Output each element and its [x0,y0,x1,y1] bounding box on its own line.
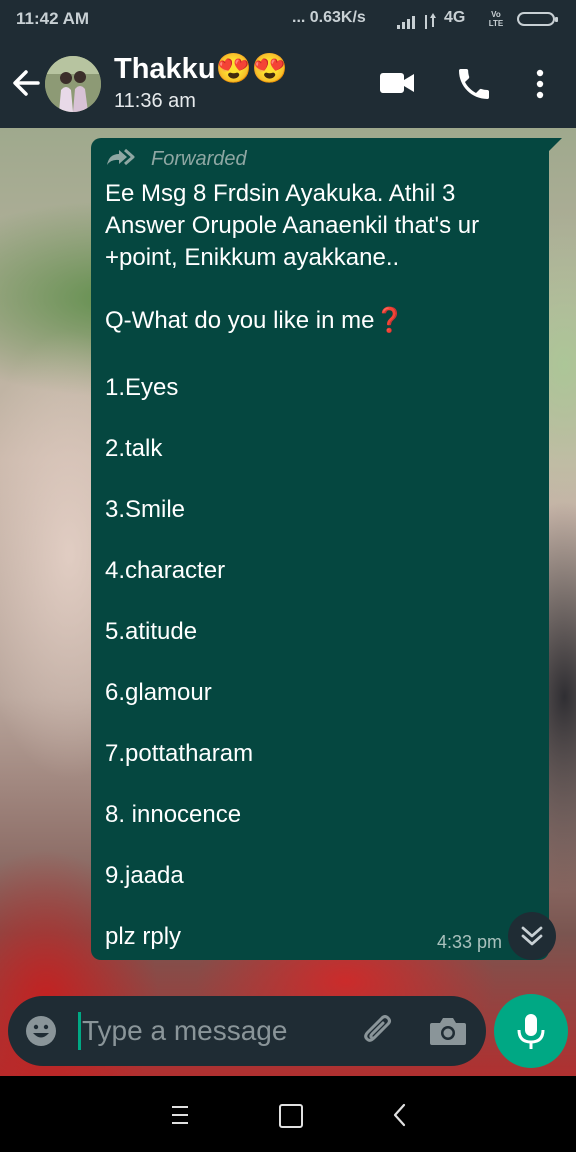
attach-button[interactable] [360,1012,398,1050]
chat-area[interactable]: Forwarded Ee Msg 8 Frdsin Ayakuka. Athil… [0,128,576,1076]
phone-icon [459,69,489,99]
double-chevron-down-icon [521,926,543,946]
contact-avatar[interactable] [45,56,101,112]
message-input[interactable] [78,1010,352,1052]
message-question: Q-What do you like in me❓ [105,306,404,336]
camera-button[interactable] [428,1014,468,1048]
forward-arrows-icon [107,148,135,166]
emoji-button[interactable] [24,1014,58,1048]
network-type: 4G [444,9,466,26]
scroll-to-bottom-button[interactable] [508,912,556,960]
message-composer [8,996,486,1066]
paperclip-icon [364,1015,391,1042]
battery-icon [517,12,558,26]
text-cursor [78,1012,81,1050]
back-button[interactable] [8,63,44,103]
question-mark-icon: ❓ [374,307,405,334]
list-item: 4.character [105,557,226,584]
more-options-button[interactable] [524,64,556,104]
status-bar: 11:42 AM ... 0.63K/s 4G Vo LTE [0,0,576,38]
bubble-tail [548,138,562,152]
network-speed: ... 0.63K/s [292,9,366,26]
message-bubble[interactable]: Forwarded Ee Msg 8 Frdsin Ayakuka. Athil… [91,138,549,960]
list-item: 5.atitude [105,618,198,645]
recent-apps-icon[interactable] [166,1104,194,1126]
last-seen-time: 11:36 am [114,90,196,112]
emoji-icon [26,1016,56,1046]
arrow-left-icon [13,70,40,96]
home-icon[interactable] [279,1104,303,1128]
list-item: 7.pottatharam [105,740,254,767]
list-item: 9.jaada [105,862,184,889]
volte-indicator: Vo LTE [488,10,504,28]
nav-back-icon[interactable] [390,1102,410,1128]
contact-name[interactable]: Thakku😍😍 [114,52,288,86]
list-item: 6.glamour [105,679,212,706]
list-item: 3.Smile [105,496,186,523]
system-nav-bar [0,1076,576,1152]
question-text: Q-What do you like in me [105,307,375,334]
list-item: 8. innocence [105,801,242,828]
status-time: 11:42 AM [16,9,90,28]
voice-message-button[interactable] [494,994,568,1068]
message-intro: Ee Msg 8 Frdsin Ayakuka. Athil 3 Answer … [105,180,480,271]
forwarded-label: Forwarded [151,148,247,170]
video-call-button[interactable] [378,66,418,100]
message-closing: plz rply [105,923,182,950]
mic-icon [517,1014,545,1049]
avatar-image [45,56,101,112]
camera-icon [430,1018,466,1045]
signal-icon [397,13,436,29]
more-vert-icon [536,69,544,99]
voice-call-button[interactable] [454,64,494,104]
list-item: 1.Eyes [105,374,179,401]
message-timestamp: 4:33 pm [437,932,503,952]
chat-header: Thakku😍😍 11:36 am [0,38,576,128]
list-item: 2.talk [105,435,163,462]
video-call-icon [380,73,414,93]
